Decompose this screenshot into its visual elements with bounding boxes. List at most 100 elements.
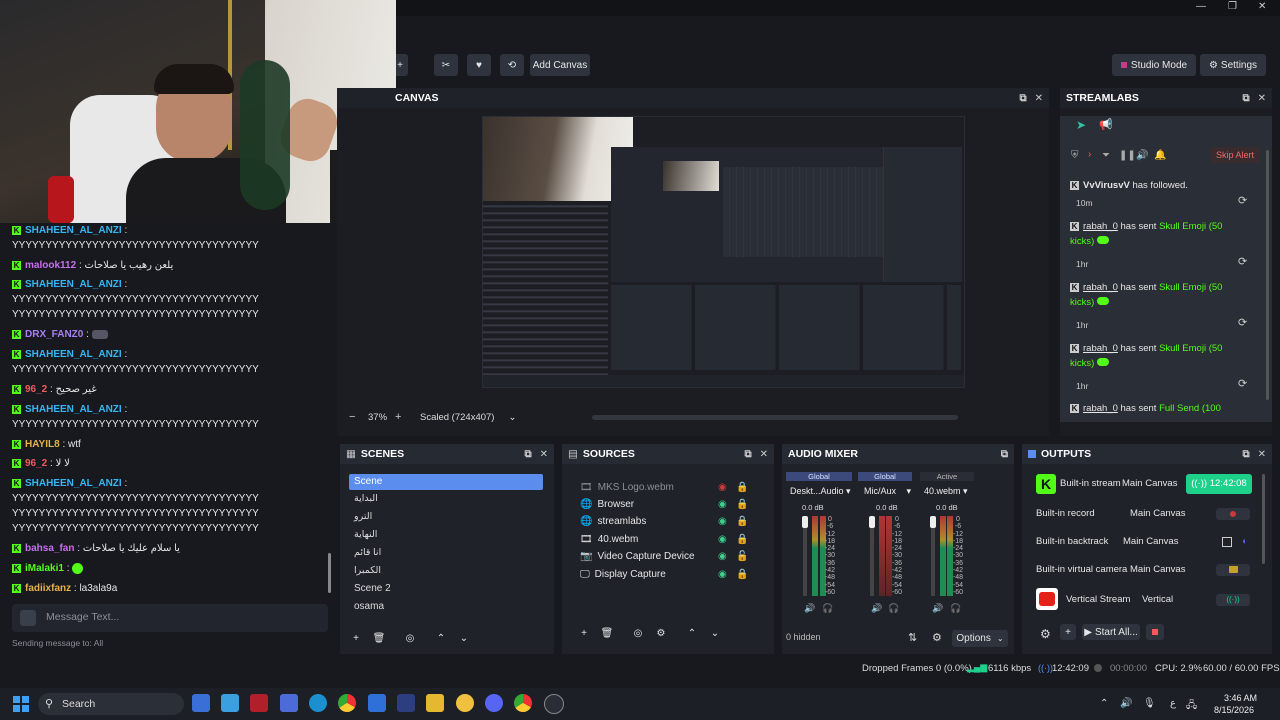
windows-start-icon[interactable] bbox=[13, 696, 29, 712]
lock-icon[interactable]: 🔒 bbox=[736, 513, 748, 530]
close-icon[interactable]: ✕ bbox=[1258, 93, 1266, 104]
eye-icon[interactable]: ◉ bbox=[718, 566, 727, 583]
chat-username[interactable]: bahsa_fan bbox=[25, 543, 74, 554]
stream-live-button[interactable]: ((·)) 12:42:08 bbox=[1186, 474, 1252, 494]
event-user[interactable]: rabah_0 bbox=[1083, 403, 1118, 414]
source-item[interactable]: 🌐 streamlabs ◉ 🔒 bbox=[580, 513, 750, 530]
popout-icon[interactable]: ⧉ bbox=[744, 449, 751, 460]
chat-scrollbar[interactable] bbox=[328, 553, 331, 593]
skip-alert-button[interactable]: Skip Alert bbox=[1210, 147, 1260, 163]
bell-icon[interactable]: 🔔 bbox=[1154, 150, 1166, 161]
channel-source-select[interactable]: 40.webm ▾ bbox=[924, 486, 968, 497]
speaker-icon[interactable]: 🔊 bbox=[932, 603, 943, 614]
eye-icon[interactable]: ◉ bbox=[718, 513, 727, 530]
app-icon[interactable] bbox=[368, 694, 386, 712]
megaphone-icon[interactable]: 📢 bbox=[1099, 118, 1113, 131]
volume-slider[interactable] bbox=[802, 516, 808, 596]
source-item[interactable]: 🎞 MKS Logo.webm ◉ 🔒 bbox=[580, 479, 750, 496]
taskbar-search[interactable]: ⚲ Search bbox=[38, 693, 184, 715]
chat-username[interactable]: SHAHEEN_AL_ANZI bbox=[25, 349, 122, 360]
scene-item[interactable]: الترو bbox=[349, 509, 543, 525]
channel-source-select[interactable]: Mic/Aux ▾ bbox=[864, 486, 911, 497]
streamlabs-scrollbar[interactable] bbox=[1266, 150, 1269, 400]
app-icon[interactable] bbox=[221, 694, 239, 712]
mixer-layout-icon[interactable]: ⇅ bbox=[908, 631, 917, 644]
lock-icon[interactable]: 🔒 bbox=[736, 566, 748, 583]
chat-username[interactable]: SHAHEEN_AL_ANZI bbox=[25, 404, 122, 415]
volume-icon[interactable]: 🔊 bbox=[1136, 150, 1148, 161]
chat-username[interactable]: fadiixfanz bbox=[25, 583, 71, 594]
discord-icon[interactable] bbox=[485, 694, 503, 712]
zoom-in-button[interactable]: + bbox=[395, 411, 401, 423]
stop-all-button[interactable] bbox=[1146, 624, 1164, 640]
taskbar-date[interactable]: 8/15/2026 bbox=[1214, 705, 1254, 715]
chat-username[interactable]: iMalaki1 bbox=[25, 563, 64, 574]
move-up-icon[interactable]: ⌃ bbox=[684, 625, 700, 641]
event-user[interactable]: VvVirusvV bbox=[1083, 180, 1130, 191]
popout-icon[interactable]: ⧉ bbox=[1242, 93, 1249, 104]
gear-icon[interactable]: ⚙ bbox=[653, 625, 669, 641]
loop-icon[interactable]: ⟲ bbox=[500, 54, 524, 76]
replay-icon[interactable]: ⟳ bbox=[1238, 316, 1247, 329]
popout-icon[interactable]: ⧉ bbox=[1001, 449, 1008, 460]
chrome-icon[interactable] bbox=[338, 694, 356, 712]
filter-icon[interactable]: ⏷ bbox=[1102, 150, 1110, 161]
unlock-icon[interactable]: 🔓 bbox=[736, 548, 748, 565]
filters-icon[interactable]: ◎ bbox=[630, 625, 646, 641]
scene-item[interactable]: Scene bbox=[349, 474, 543, 490]
eye-off-icon[interactable]: ◉ bbox=[718, 479, 727, 496]
add-canvas-button[interactable]: Add Canvas bbox=[530, 54, 590, 76]
replay-icon[interactable]: ⟳ bbox=[1238, 194, 1247, 207]
network-icon[interactable]: 🖧 bbox=[1186, 698, 1197, 715]
studio-mode-button[interactable]: Studio Mode bbox=[1112, 54, 1196, 76]
start-all-button[interactable]: ▶ Start All... bbox=[1082, 624, 1140, 640]
scale-mode-select[interactable]: Scaled (724x407) ⌄ bbox=[420, 412, 516, 423]
app-icon[interactable] bbox=[456, 694, 474, 712]
volume-slider[interactable] bbox=[930, 516, 936, 596]
eye-icon[interactable]: ◉ bbox=[718, 548, 727, 565]
backtrack-icon[interactable]: ◐ bbox=[1242, 532, 1248, 552]
volume-slider[interactable] bbox=[869, 516, 875, 596]
outputs-scrollbar[interactable] bbox=[1262, 474, 1265, 564]
chat-username[interactable]: 96_2 bbox=[25, 384, 47, 395]
scene-item[interactable]: النهاية bbox=[349, 527, 543, 543]
edge-icon[interactable] bbox=[309, 694, 327, 712]
backtrack-checkbox[interactable] bbox=[1222, 537, 1232, 547]
lock-icon[interactable]: 🔒 bbox=[736, 479, 748, 496]
scene-item[interactable]: البداية bbox=[349, 491, 543, 507]
mic-icon[interactable]: 🎙 bbox=[1143, 698, 1156, 709]
shield-icon[interactable]: ⛨ bbox=[1071, 150, 1079, 161]
app-icon[interactable] bbox=[397, 694, 415, 712]
task-view-icon[interactable] bbox=[192, 694, 210, 712]
lock-icon[interactable]: 🔒 bbox=[736, 496, 748, 513]
popout-icon[interactable]: ⧉ bbox=[1242, 449, 1249, 460]
transition-icon[interactable]: ◎ bbox=[402, 630, 418, 646]
volume-slider-handle[interactable] bbox=[930, 516, 936, 528]
eye-icon[interactable]: ◉ bbox=[718, 531, 727, 548]
vertical-stream-button[interactable]: ((·)) bbox=[1216, 594, 1250, 606]
headphone-icon[interactable]: 🎧 bbox=[888, 603, 899, 614]
cut-icon[interactable]: ✂ bbox=[434, 54, 458, 76]
app-icon[interactable] bbox=[250, 694, 268, 712]
volume-slider-handle[interactable] bbox=[869, 516, 875, 528]
speaker-icon[interactable]: 🔊 bbox=[871, 603, 882, 614]
scene-item[interactable]: الكمبرا bbox=[349, 563, 543, 579]
close-icon[interactable]: ✕ bbox=[540, 449, 548, 460]
heart-icon[interactable]: ♥ bbox=[467, 54, 491, 76]
close-icon[interactable]: ✕ bbox=[760, 449, 768, 460]
maximize-button[interactable]: ❐ bbox=[1228, 1, 1237, 12]
add-output-button[interactable]: + bbox=[1060, 624, 1076, 640]
move-down-icon[interactable]: ⌄ bbox=[707, 625, 723, 641]
gear-icon[interactable]: ⚙ bbox=[1040, 627, 1051, 641]
canvas-preview[interactable] bbox=[482, 116, 965, 388]
store-icon[interactable] bbox=[280, 694, 298, 712]
close-icon[interactable]: ✕ bbox=[1258, 449, 1266, 460]
chat-username[interactable]: DRX_FANZ0 bbox=[25, 329, 83, 340]
replay-icon[interactable]: ⟳ bbox=[1238, 377, 1247, 390]
trash-icon[interactable]: 🗑 bbox=[371, 630, 387, 646]
chat-username[interactable]: SHAHEEN_AL_ANZI bbox=[25, 279, 122, 290]
next-icon[interactable]: › bbox=[1088, 149, 1091, 160]
popout-icon[interactable]: ⧉ bbox=[524, 449, 531, 460]
source-item[interactable]: 🌐 Browser ◉ 🔒 bbox=[580, 496, 750, 513]
chat-username[interactable]: malook112 bbox=[25, 260, 76, 271]
